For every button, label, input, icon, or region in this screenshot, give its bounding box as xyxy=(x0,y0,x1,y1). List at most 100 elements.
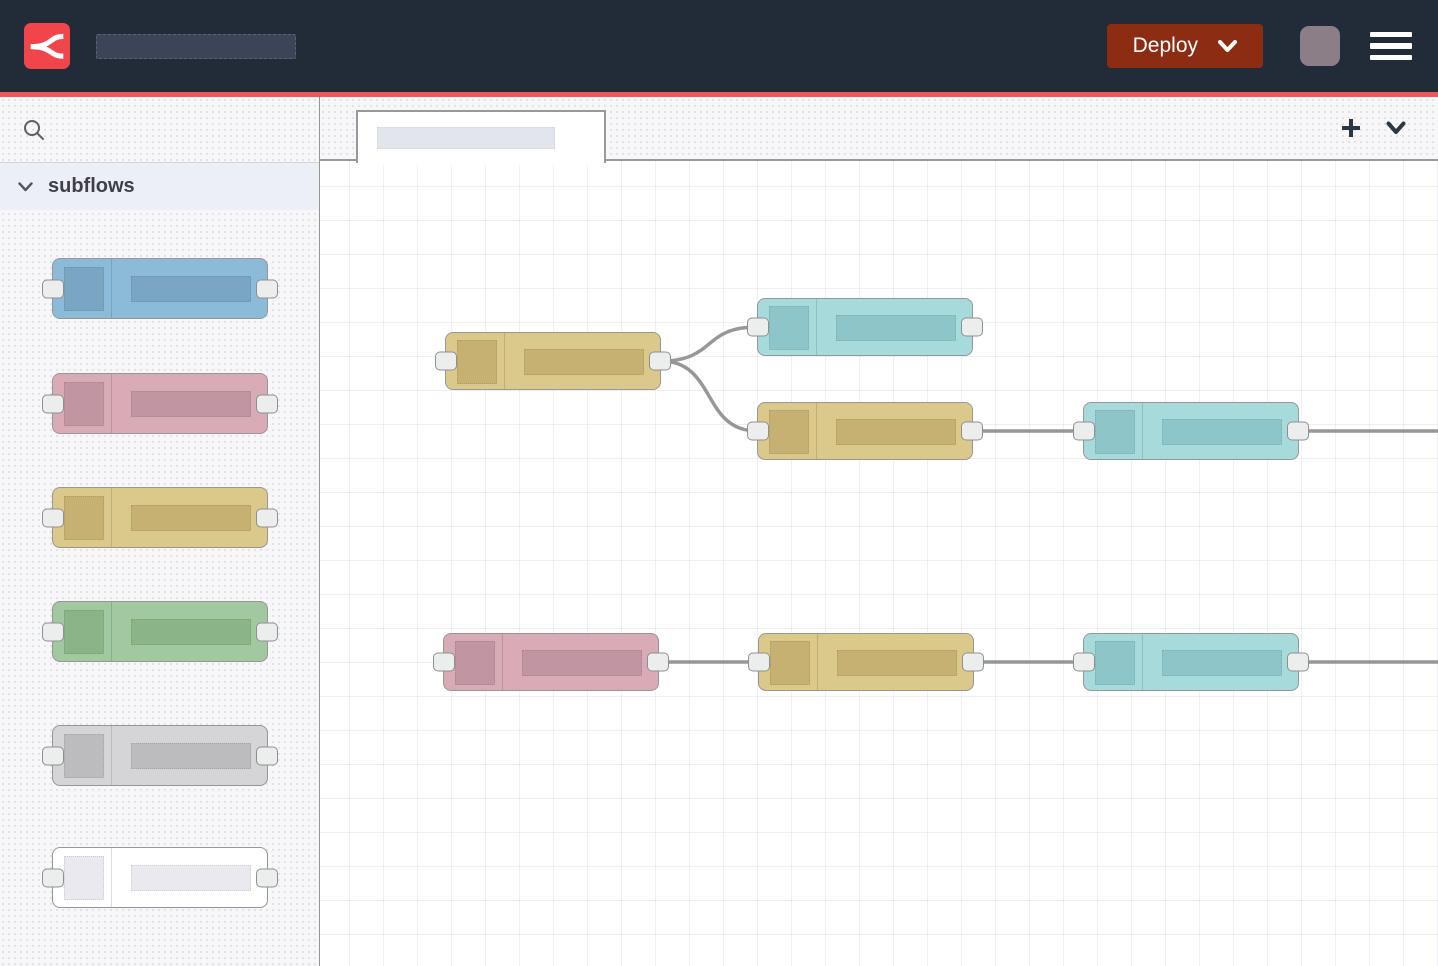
flow-node-cyan[interactable] xyxy=(1083,633,1299,691)
menu-button[interactable] xyxy=(1370,30,1412,63)
node-divider xyxy=(1142,634,1143,690)
flow-canvas[interactable] xyxy=(320,161,1438,966)
output-port[interactable] xyxy=(962,653,984,672)
node-icon-placeholder xyxy=(770,641,810,685)
output-port[interactable] xyxy=(256,394,278,413)
node-red-fork-icon xyxy=(30,29,64,63)
input-port[interactable] xyxy=(747,318,769,337)
node-label-placeholder xyxy=(131,743,251,769)
add-flow-button[interactable] xyxy=(1336,113,1366,143)
palette-node-green[interactable] xyxy=(52,601,268,662)
node-label-placeholder xyxy=(836,315,956,341)
palette-search[interactable] xyxy=(0,97,319,163)
node-divider xyxy=(816,403,817,459)
output-port[interactable] xyxy=(256,868,278,887)
flow-editor-app: Deploy xyxy=(0,0,1438,966)
node-icon-placeholder xyxy=(457,340,497,384)
input-port[interactable] xyxy=(42,394,64,413)
palette-node-pink[interactable] xyxy=(52,373,268,434)
node-icon-placeholder xyxy=(1095,410,1135,454)
node-label-placeholder xyxy=(1162,650,1282,676)
input-port[interactable] xyxy=(1073,653,1095,672)
input-port[interactable] xyxy=(42,279,64,298)
tab-list-button[interactable] xyxy=(1382,117,1410,139)
category-label: subflows xyxy=(48,175,135,198)
hamburger-menu-icon xyxy=(1370,32,1412,38)
wire[interactable] xyxy=(661,361,757,431)
node-label-placeholder xyxy=(836,419,956,445)
node-label-placeholder xyxy=(131,505,251,531)
output-port[interactable] xyxy=(256,622,278,641)
node-icon-placeholder xyxy=(64,382,104,426)
node-icon-placeholder xyxy=(1095,641,1135,685)
output-port[interactable] xyxy=(1287,653,1309,672)
node-label-placeholder xyxy=(131,276,251,302)
node-divider xyxy=(1142,403,1143,459)
node-label-placeholder xyxy=(131,865,251,891)
output-port[interactable] xyxy=(961,422,983,441)
node-label-placeholder xyxy=(131,391,251,417)
input-port[interactable] xyxy=(1073,422,1095,441)
node-label-placeholder xyxy=(837,650,957,676)
node-icon-placeholder xyxy=(455,641,495,685)
tab-label-placeholder xyxy=(377,127,555,149)
deploy-label: Deploy xyxy=(1133,34,1198,58)
output-port[interactable] xyxy=(647,653,669,672)
palette-sidebar: subflows xyxy=(0,97,320,966)
flow-node-cyan[interactable] xyxy=(757,298,973,356)
input-port[interactable] xyxy=(435,352,457,371)
node-icon-placeholder xyxy=(64,856,104,900)
node-divider xyxy=(504,333,505,389)
output-port[interactable] xyxy=(961,318,983,337)
node-divider xyxy=(111,848,112,907)
palette-node-tan[interactable] xyxy=(52,487,268,548)
node-label-placeholder xyxy=(522,650,642,676)
palette-node-white[interactable] xyxy=(52,847,268,908)
input-port[interactable] xyxy=(433,653,455,672)
input-port[interactable] xyxy=(42,622,64,641)
node-label-placeholder xyxy=(524,349,644,375)
node-icon-placeholder xyxy=(64,267,104,311)
node-icon-placeholder xyxy=(64,496,104,540)
node-divider xyxy=(111,602,112,661)
input-port[interactable] xyxy=(42,746,64,765)
output-port[interactable] xyxy=(256,508,278,527)
output-port[interactable] xyxy=(256,746,278,765)
chevron-down-icon xyxy=(1386,121,1406,135)
palette-node-gray[interactable] xyxy=(52,725,268,786)
output-port[interactable] xyxy=(1287,422,1309,441)
palette-node-blue[interactable] xyxy=(52,258,268,319)
flow-node-tan[interactable] xyxy=(445,332,661,390)
node-icon-placeholder xyxy=(64,734,104,778)
output-port[interactable] xyxy=(649,352,671,371)
chevron-down-icon xyxy=(18,182,33,192)
node-icon-placeholder xyxy=(769,306,809,350)
node-divider xyxy=(502,634,503,690)
node-icon-placeholder xyxy=(769,410,809,454)
output-port[interactable] xyxy=(256,279,278,298)
chevron-down-icon xyxy=(1218,40,1237,53)
tab-flow-1[interactable] xyxy=(356,110,606,163)
deploy-button[interactable]: Deploy xyxy=(1107,24,1263,68)
search-icon xyxy=(22,118,46,142)
input-port[interactable] xyxy=(747,422,769,441)
flow-node-tan[interactable] xyxy=(757,402,973,460)
node-label-placeholder xyxy=(1162,419,1282,445)
plus-icon xyxy=(1340,117,1362,139)
flow-node-cyan[interactable] xyxy=(1083,402,1299,460)
flow-node-pink[interactable] xyxy=(443,633,659,691)
app-logo[interactable] xyxy=(24,23,70,69)
input-port[interactable] xyxy=(42,868,64,887)
flow-node-tan[interactable] xyxy=(758,633,974,691)
workspace xyxy=(320,97,1438,966)
tab-bar xyxy=(320,97,1438,161)
palette-category-subflows[interactable]: subflows xyxy=(0,163,319,210)
user-avatar[interactable] xyxy=(1300,26,1340,66)
node-divider xyxy=(816,299,817,355)
node-divider xyxy=(111,259,112,318)
node-divider xyxy=(111,726,112,785)
node-icon-placeholder xyxy=(64,610,104,654)
wire[interactable] xyxy=(661,327,757,361)
input-port[interactable] xyxy=(748,653,770,672)
input-port[interactable] xyxy=(42,508,64,527)
